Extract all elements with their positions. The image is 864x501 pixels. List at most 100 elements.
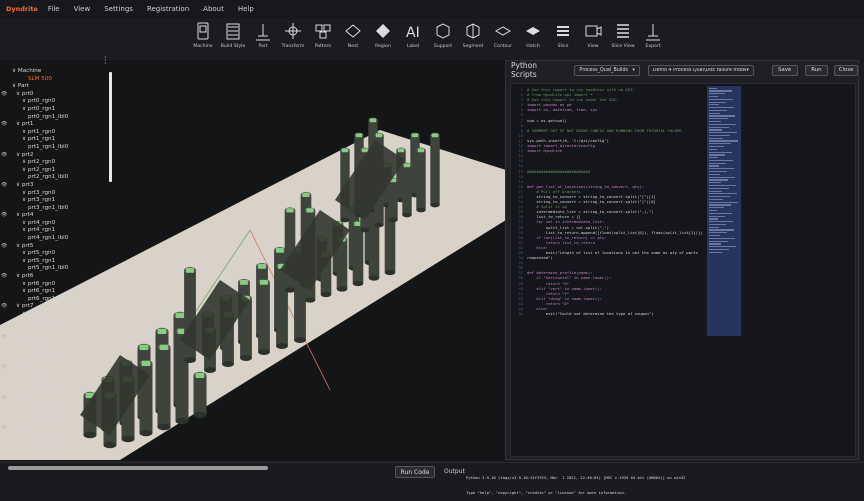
tree-item[interactable]: prt7_rgn1_lbl0 xyxy=(6,326,116,334)
visibility-eye-icon[interactable]: 👁 xyxy=(1,364,7,372)
tree-item[interactable]: 👁 ∨ prt4 xyxy=(1,212,116,220)
tree-item[interactable]: ∨ prt11_rgn0 xyxy=(6,433,116,441)
tree-item[interactable]: ∨ prt10_rgn0 xyxy=(6,402,116,410)
tool-hatch-button[interactable]: Hatch xyxy=(520,20,546,60)
tree-item-machine-name[interactable]: SLM 500 xyxy=(6,76,116,84)
tool-segment-button[interactable]: Segment xyxy=(460,20,486,60)
visibility-eye-icon[interactable]: 👁 xyxy=(1,395,7,403)
tool-machine-button[interactable]: Machine xyxy=(190,20,216,60)
tree-item[interactable]: prt0_rgn1_lbl0 xyxy=(6,114,116,122)
tree-item-machine[interactable]: ∨ Machine xyxy=(6,68,116,76)
tree-item-part[interactable]: ∨ Part xyxy=(6,83,116,91)
tree-item[interactable]: prt1_rgn1_lbl0 xyxy=(6,144,116,152)
tool-support-button[interactable]: Support xyxy=(430,20,456,60)
minimap-line xyxy=(709,207,724,209)
tree-item[interactable]: ∨ prt7_rgn1 xyxy=(6,319,116,327)
visibility-eye-icon[interactable]: 👁 xyxy=(1,91,7,99)
tree-item[interactable]: prt6_rgn1_lbl0 xyxy=(6,296,116,304)
tree-item[interactable]: ∨ prt5_rgn1 xyxy=(6,258,116,266)
visibility-eye-icon[interactable]: 👁 xyxy=(1,212,7,220)
tree-item[interactable]: 👁 ∨ prt10 xyxy=(1,394,116,403)
tree-item[interactable]: ∨ prt3_rgn0 xyxy=(6,190,116,198)
tool-nest-button[interactable]: Nest xyxy=(340,20,366,60)
code-editor[interactable]: 1 # Use this import to run headless with … xyxy=(510,83,856,457)
tree-label: prt10 xyxy=(21,394,38,401)
code-lines[interactable]: 1 # Use this import to run headless with … xyxy=(513,87,705,316)
tree-item[interactable]: 👁 ∨ prt6 xyxy=(1,273,116,281)
tree-item[interactable]: prt8_rgn1_lbl0 xyxy=(6,357,116,365)
tree-item[interactable]: 👁 ∨ prt7 xyxy=(1,303,116,311)
tree-item[interactable]: prt3_rgn1_lbl0 xyxy=(6,205,116,213)
tree-item[interactable]: prt4_rgn1_lbl0 xyxy=(6,235,116,243)
tree-item[interactable]: ∨ prt2_rgn0 xyxy=(6,159,116,167)
tree-item[interactable]: ∨ prt7_rgn0 xyxy=(6,311,116,319)
visibility-eye-icon[interactable]: 👁 xyxy=(1,243,7,251)
tree-item[interactable]: prt9_rgn1_lbl0 xyxy=(6,387,116,395)
tree-item[interactable]: 👁 ∨ prt8 xyxy=(1,334,116,342)
tree-item[interactable]: ∨ prt9_rgn1 xyxy=(6,379,116,387)
tree-label: prt2_rgn0 xyxy=(27,159,56,166)
visibility-eye-icon[interactable]: 👁 xyxy=(1,334,7,342)
tool-part-button[interactable]: Part xyxy=(250,20,276,60)
tree-item[interactable]: 👁 ∨ prt3 xyxy=(1,182,116,190)
tree-item[interactable]: ∨ prt0_rgn0 xyxy=(6,98,116,106)
tree-item[interactable]: ∨ prt6_rgn0 xyxy=(6,281,116,289)
tool-contour-button[interactable]: Contour xyxy=(490,20,516,60)
tree-item[interactable]: 👁 ∨ prt9 xyxy=(1,364,116,372)
tree-item[interactable]: ∨ prt1_rgn0 xyxy=(6,129,116,137)
tool-build-style-button[interactable]: Build Style xyxy=(220,20,246,60)
tool-view-button[interactable]: View xyxy=(580,20,606,60)
visibility-eye-icon[interactable]: 👁 xyxy=(1,121,7,129)
horizontal-scrollbar[interactable] xyxy=(8,466,268,470)
tree-item[interactable]: 👁 ∨ prt0 xyxy=(1,91,116,99)
tree-item[interactable]: ∨ prt10_rgn1 xyxy=(6,410,116,418)
tree-item[interactable]: 👁 ∨ prt5 xyxy=(1,243,116,251)
code-minimap[interactable] xyxy=(707,86,741,336)
menu-view[interactable]: View xyxy=(74,5,91,13)
tree-item[interactable]: prt10_rgn1_lbl0 xyxy=(6,417,116,425)
tree-item[interactable]: ∨ prt9_rgn0 xyxy=(6,372,116,380)
tree-item[interactable]: 👁 ∨ prt2 xyxy=(1,152,116,160)
folder-select[interactable]: Process_Qual_Builds ▾ xyxy=(574,64,640,76)
minimap-line xyxy=(709,223,726,226)
tool-transform-button[interactable]: Transform xyxy=(280,20,306,60)
visibility-eye-icon[interactable]: 👁 xyxy=(1,152,7,160)
script-select[interactable]: Demo 4 Process Qual\DoE failure modes - … xyxy=(647,64,754,76)
tree-item[interactable]: ∨ prt4_rgn1 xyxy=(6,227,116,235)
menu-file[interactable]: File xyxy=(48,5,60,13)
close-button[interactable]: Close xyxy=(834,64,858,76)
tree-item[interactable]: ∨ prt6_rgn1 xyxy=(6,288,116,296)
tool-slice-view-button[interactable]: Slice View xyxy=(610,20,636,60)
tree-item[interactable]: prt5_rgn1_lbl0 xyxy=(6,265,116,273)
menu-registration[interactable]: Registration xyxy=(147,5,189,13)
coupon-label xyxy=(195,372,205,379)
tree-item[interactable]: ∨ prt2_rgn1 xyxy=(6,167,116,175)
tree-item[interactable]: ∨ prt0_rgn1 xyxy=(6,106,116,114)
visibility-eye-icon[interactable]: 👁 xyxy=(1,273,7,281)
tree-item[interactable]: ∨ prt4_rgn0 xyxy=(6,220,116,228)
tree-item[interactable]: ∨ prt3_rgn1 xyxy=(6,197,116,205)
visibility-eye-icon[interactable]: 👁 xyxy=(1,425,7,433)
menu-help[interactable]: Help xyxy=(238,5,254,13)
visibility-eye-icon[interactable]: 👁 xyxy=(1,303,7,311)
save-button[interactable]: Save xyxy=(771,64,798,76)
run-code-button[interactable]: Run Code xyxy=(395,466,435,478)
menu-about[interactable]: About xyxy=(203,5,224,13)
tool-region-button[interactable]: Region xyxy=(370,20,396,60)
tree-menu-icon[interactable]: · · · xyxy=(104,54,108,68)
tree-item[interactable]: 👁 ∨ prt11 xyxy=(1,425,116,433)
tree-item[interactable]: ∨ prt5_rgn0 xyxy=(6,250,116,258)
tree-item[interactable]: ∨ prt8_rgn0 xyxy=(6,341,116,349)
tree-item[interactable]: ∨ prt11_rgn1 xyxy=(6,440,116,448)
run-button[interactable]: Run xyxy=(804,64,829,76)
menu-settings[interactable]: Settings xyxy=(104,5,133,13)
visibility-eye-icon[interactable]: 👁 xyxy=(1,182,7,190)
tree-item[interactable]: prt2_rgn1_lbl0 xyxy=(6,174,116,182)
tree-item[interactable]: 👁 ∨ prt1 xyxy=(1,121,116,129)
tree-item[interactable]: ∨ prt1_rgn1 xyxy=(6,136,116,144)
tree-item[interactable]: ∨ prt8_rgn1 xyxy=(6,349,116,357)
tool-export-button[interactable]: Export xyxy=(640,20,666,60)
tool-label-button[interactable]: AI Label xyxy=(400,20,426,60)
tool-slice-button[interactable]: Slice xyxy=(550,20,576,60)
tool-pattern-button[interactable]: Pattern xyxy=(310,20,336,60)
